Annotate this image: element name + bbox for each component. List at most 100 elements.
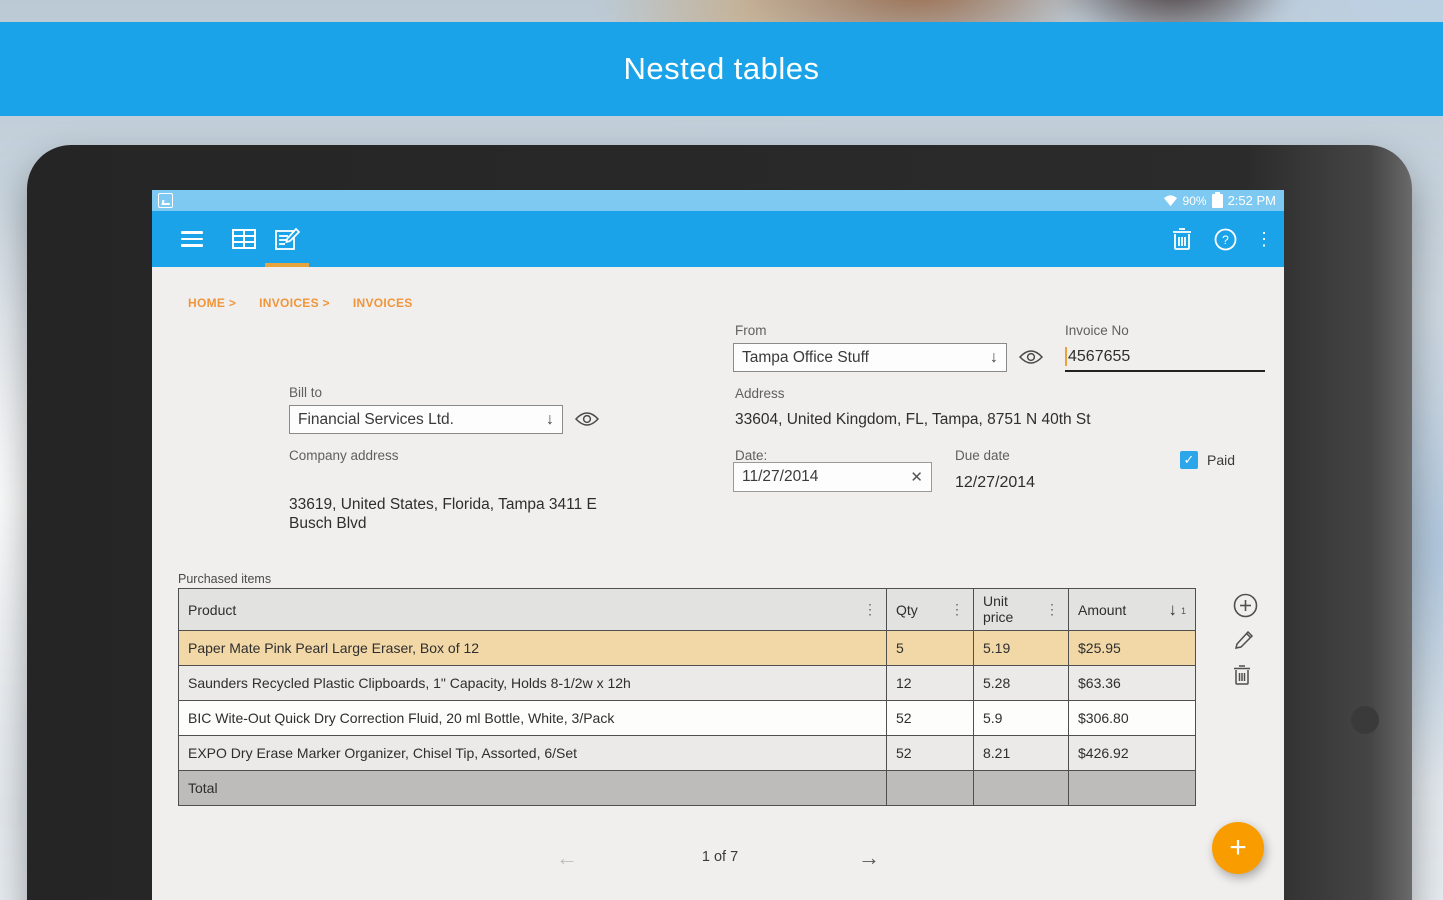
total-qty-cell: [887, 771, 974, 806]
add-invoice-fab[interactable]: +: [1212, 822, 1264, 874]
help-button[interactable]: ?: [1203, 211, 1247, 267]
clock: 2:52 PM: [1228, 193, 1276, 208]
due-date-value[interactable]: 12/27/2014: [955, 474, 1035, 492]
delete-invoice-button[interactable]: [1160, 211, 1204, 267]
breadcrumb-home[interactable]: HOME >: [188, 296, 236, 310]
amount-cell[interactable]: $63.36: [1069, 666, 1196, 701]
product-cell[interactable]: Saunders Recycled Plastic Clipboards, 1"…: [179, 666, 887, 701]
demo-title-banner: Nested tables: [0, 22, 1443, 116]
qty-cell[interactable]: 5: [887, 631, 974, 666]
unit-price-cell[interactable]: 5.19: [974, 631, 1069, 666]
dropdown-arrow-icon: ↓: [990, 349, 998, 367]
due-date-label: Due date: [955, 448, 1010, 463]
edit-row-button[interactable]: [1233, 629, 1259, 655]
paid-checkbox-row[interactable]: ✓ Paid: [1180, 451, 1235, 469]
unit-price-column-header[interactable]: Unit price ⋮: [974, 589, 1069, 631]
product-column-menu-icon[interactable]: ⋮: [863, 601, 877, 618]
invoice-no-input[interactable]: 4567655: [1065, 343, 1265, 372]
table-row[interactable]: BIC Wite-Out Quick Dry Correction Fluid,…: [179, 701, 1196, 736]
previous-page-button[interactable]: ←: [556, 845, 578, 871]
wifi-icon: [1163, 194, 1178, 207]
unit-price-cell[interactable]: 5.28: [974, 666, 1069, 701]
tablet-camera: [1351, 706, 1379, 734]
invoice-no-value: 4567655: [1068, 348, 1130, 366]
product-cell[interactable]: EXPO Dry Erase Marker Organizer, Chisel …: [179, 736, 887, 771]
compose-icon: [275, 227, 300, 251]
qty-cell[interactable]: 52: [887, 736, 974, 771]
next-page-button[interactable]: →: [858, 845, 880, 871]
active-tab-indicator: [265, 263, 309, 267]
product-column-header[interactable]: Product ⋮: [179, 589, 887, 631]
unit-price-column-menu-icon[interactable]: ⋮: [1045, 602, 1059, 617]
app-toolbar: ? ⋮: [152, 211, 1284, 267]
date-value: 11/27/2014: [742, 468, 818, 486]
table-icon: [232, 229, 256, 249]
total-label-cell: Total: [179, 771, 887, 806]
date-field[interactable]: 11/27/2014 ✕: [733, 462, 932, 492]
bill-to-dropdown[interactable]: Financial Services Ltd. ↓: [289, 405, 563, 434]
dropdown-arrow-icon: ↓: [546, 411, 554, 429]
add-row-button[interactable]: [1233, 593, 1259, 619]
invoice-no-label: Invoice No: [1065, 323, 1129, 338]
breadcrumb: HOME > INVOICES > INVOICES: [188, 296, 413, 310]
company-address-value: 33619, United States, Florida, Tampa 341…: [289, 495, 614, 534]
text-cursor: [1065, 347, 1067, 366]
from-value: Tampa Office Stuff: [742, 349, 869, 367]
sort-descending-icon[interactable]: ↓: [1168, 600, 1177, 620]
app-screen: 90% 2:52 PM: [152, 190, 1284, 900]
bill-to-value: Financial Services Ltd.: [298, 411, 454, 429]
status-bar: 90% 2:52 PM: [152, 190, 1284, 211]
table-view-button[interactable]: [222, 211, 266, 267]
trash-icon: [1172, 228, 1192, 250]
overflow-icon: ⋮: [1255, 229, 1273, 250]
product-cell[interactable]: Paper Mate Pink Pearl Large Eraser, Box …: [179, 631, 887, 666]
total-row: Total: [179, 771, 1196, 806]
unit-price-cell[interactable]: 5.9: [974, 701, 1069, 736]
address-value: 33604, United Kingdom, FL, Tampa, 8751 N…: [735, 411, 1091, 429]
qty-cell[interactable]: 52: [887, 701, 974, 736]
from-dropdown[interactable]: Tampa Office Stuff ↓: [733, 343, 1007, 372]
battery-percent: 90%: [1183, 194, 1207, 208]
total-amount-cell: [1069, 771, 1196, 806]
notification-icon: [158, 193, 173, 208]
from-label: From: [735, 323, 767, 338]
from-preview-button[interactable]: [1019, 349, 1045, 367]
amount-cell[interactable]: $25.95: [1069, 631, 1196, 666]
qty-column-menu-icon[interactable]: ⋮: [950, 601, 964, 618]
table-row-selected[interactable]: Paper Mate Pink Pearl Large Eraser, Box …: [179, 631, 1196, 666]
date-label: Date:: [735, 448, 767, 463]
page-indicator: 1 of 7: [650, 849, 790, 865]
table-header-row: Product ⋮ Qty ⋮ Unit price ⋮ Amount ↓ 1: [179, 589, 1196, 631]
delete-row-button[interactable]: [1233, 665, 1259, 691]
clear-date-icon[interactable]: ✕: [910, 468, 923, 486]
unit-price-cell[interactable]: 8.21: [974, 736, 1069, 771]
breadcrumb-invoices[interactable]: INVOICES >: [259, 296, 330, 310]
total-unit-price-cell: [974, 771, 1069, 806]
plus-icon: +: [1229, 831, 1247, 865]
paid-checkbox[interactable]: ✓: [1180, 451, 1198, 469]
bill-to-label: Bill to: [289, 385, 322, 400]
battery-icon: [1212, 194, 1223, 208]
page-title: Nested tables: [623, 51, 819, 87]
address-label: Address: [735, 386, 785, 401]
help-icon: ?: [1214, 228, 1237, 251]
qty-cell[interactable]: 12: [887, 666, 974, 701]
company-address-label: Company address: [289, 448, 399, 463]
overflow-menu-button[interactable]: ⋮: [1242, 211, 1284, 267]
purchased-items-table: Product ⋮ Qty ⋮ Unit price ⋮ Amount ↓ 1: [178, 588, 1196, 806]
sort-order-badge: 1: [1181, 606, 1186, 620]
amount-column-header[interactable]: Amount ↓ 1: [1069, 589, 1196, 631]
edit-form-tab[interactable]: [265, 211, 309, 267]
table-row[interactable]: EXPO Dry Erase Marker Organizer, Chisel …: [179, 736, 1196, 771]
hamburger-icon: [181, 231, 203, 247]
product-cell[interactable]: BIC Wite-Out Quick Dry Correction Fluid,…: [179, 701, 887, 736]
qty-column-header[interactable]: Qty ⋮: [887, 589, 974, 631]
bill-to-preview-button[interactable]: [575, 411, 601, 429]
paid-label: Paid: [1207, 452, 1235, 468]
amount-cell[interactable]: $306.80: [1069, 701, 1196, 736]
table-row[interactable]: Saunders Recycled Plastic Clipboards, 1"…: [179, 666, 1196, 701]
breadcrumb-invoices-current[interactable]: INVOICES: [353, 296, 413, 310]
purchased-items-caption: Purchased items: [178, 572, 271, 586]
menu-button[interactable]: [170, 211, 214, 267]
amount-cell[interactable]: $426.92: [1069, 736, 1196, 771]
